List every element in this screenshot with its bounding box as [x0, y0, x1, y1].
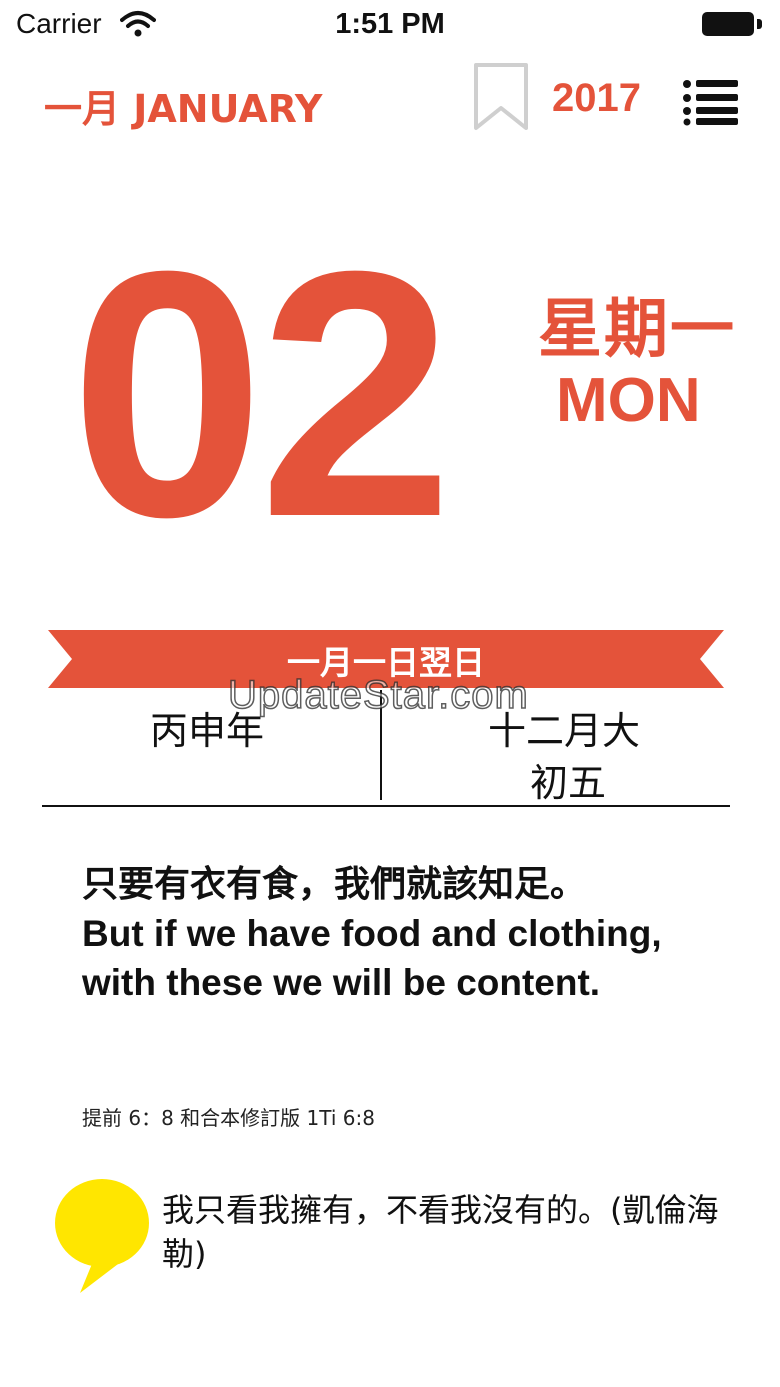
weekday-chinese: 星期一 [538, 293, 736, 367]
menu-list-icon[interactable] [682, 78, 740, 126]
verse-english: But if we have food and clothing, with t… [82, 913, 662, 1003]
battery-icon [702, 12, 762, 38]
lunar-day: 初五 [530, 761, 607, 805]
verse-chinese: 只要有衣有食，我們就該知足。 [82, 864, 587, 905]
header: 一月 JANUARY 2017 [0, 60, 780, 150]
verse-block: 只要有衣有食，我們就該知足。 But if we have food and c… [82, 860, 722, 1007]
weekday-english: MON [556, 366, 701, 435]
clock: 1:51 PM [335, 8, 445, 40]
daily-quote: 我只看我擁有，不看我沒有的。(凱倫海勒) [162, 1191, 719, 1273]
section-divider [42, 805, 730, 807]
day-number: 02 [70, 199, 453, 590]
watermark: UpdateStar.com [227, 672, 529, 718]
bookmark-icon[interactable] [472, 62, 530, 132]
year-label[interactable]: 2017 [552, 76, 641, 121]
verse-reference: 提前 6：8 和合本修訂版 1Ti 6:8 [82, 1106, 375, 1130]
speech-bubble-icon [55, 1179, 149, 1293]
month-label: 一月 JANUARY [44, 87, 323, 131]
status-bar: Carrier 1:51 PM [0, 0, 780, 52]
